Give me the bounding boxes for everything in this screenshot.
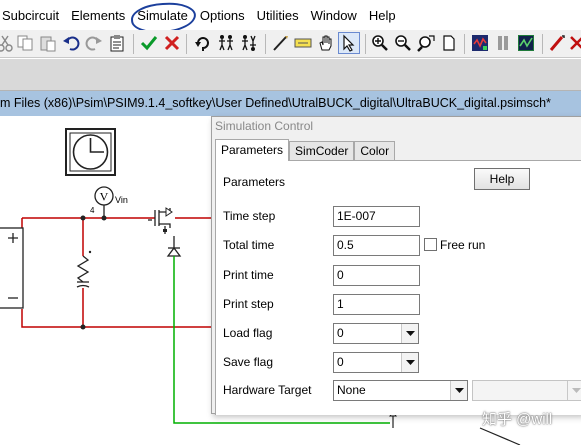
dc-source[interactable] (0, 227, 24, 309)
chevron-down-icon[interactable] (401, 353, 418, 372)
probe-icon[interactable] (546, 32, 568, 54)
voltage-probe[interactable]: V Vin (94, 186, 128, 217)
menu-subcircuit[interactable]: Subcircuit (0, 0, 65, 30)
total-time-input[interactable]: 0.5 (333, 235, 420, 256)
load-flag-select[interactable]: 0 (333, 323, 419, 344)
dialog-title: Simulation Control (212, 117, 581, 137)
select-icon[interactable] (338, 32, 360, 54)
toolbar-band (0, 59, 581, 91)
node-number: 4 (90, 206, 95, 215)
print-time-label: Print time (223, 268, 274, 282)
menu-bar: Subcircuit Elements Simulate Options Uti… (0, 0, 581, 30)
pan-icon[interactable] (315, 32, 337, 54)
freewheel-diode[interactable] (166, 236, 182, 257)
menu-elements[interactable]: Elements (65, 0, 131, 30)
save-flag-label: Save flag (223, 355, 274, 369)
parameters-panel: Parameters Help Time step 1E-007 Total t… (215, 160, 581, 415)
menu-utilities[interactable]: Utilities (251, 0, 305, 30)
hardware-target-select[interactable]: None (333, 380, 468, 401)
hardware-target-secondary-select (472, 380, 581, 401)
simview-icon[interactable] (515, 32, 537, 54)
tab-parameters[interactable]: Parameters (215, 139, 290, 161)
clipboard-icon[interactable] (106, 32, 128, 54)
tab-simcoder[interactable]: SimCoder (289, 141, 355, 161)
load-flag-label: Load flag (223, 326, 273, 340)
save-flag-select[interactable]: 0 (333, 352, 419, 373)
menu-window[interactable]: Window (305, 0, 363, 30)
chevron-down-icon (567, 381, 581, 400)
voltmeter-symbol: V (100, 190, 109, 204)
label-icon[interactable] (292, 32, 314, 54)
document-path-bar: m Files (x86)\Psim\PSIM9.1.4_softkey\Use… (0, 91, 581, 116)
flip-vertical-icon[interactable] (238, 32, 260, 54)
zoom-in-icon[interactable] (369, 32, 391, 54)
menu-help[interactable]: Help (363, 0, 402, 30)
redo-icon[interactable] (83, 32, 105, 54)
load-flag-value: 0 (337, 326, 344, 340)
paste-icon[interactable] (37, 32, 59, 54)
run-simulation-icon[interactable] (469, 32, 491, 54)
undo-icon[interactable] (60, 32, 82, 54)
hardware-target-label: Hardware Target (223, 383, 312, 397)
run-check-icon[interactable] (138, 32, 160, 54)
zoom-fit-icon[interactable] (415, 32, 437, 54)
print-time-input[interactable]: 0 (333, 265, 420, 286)
save-flag-value: 0 (337, 355, 344, 369)
flip-icon[interactable] (215, 32, 237, 54)
help-button[interactable]: Help (474, 168, 530, 190)
zoom-out-icon[interactable] (392, 32, 414, 54)
pause-icon[interactable] (492, 32, 514, 54)
input-capacitor-esr[interactable] (76, 250, 92, 288)
free-run-checkbox[interactable] (424, 238, 437, 251)
chevron-down-icon[interactable] (401, 324, 418, 343)
tab-color[interactable]: Color (354, 141, 396, 161)
mosfet-switch[interactable] (148, 207, 173, 234)
cancel-icon[interactable] (161, 32, 183, 54)
total-time-label: Total time (223, 238, 275, 252)
watermark-text: 知乎 @will (482, 411, 553, 428)
rotate-icon[interactable] (192, 32, 214, 54)
section-heading: Parameters (223, 175, 286, 189)
toolbar (0, 30, 581, 58)
input-wires (21, 217, 211, 328)
menu-options[interactable]: Options (194, 0, 251, 30)
wire-icon[interactable] (269, 32, 291, 54)
hardware-target-value: None (337, 383, 366, 397)
free-run-label: Free run (440, 238, 486, 252)
time-step-label: Time step (223, 209, 276, 223)
time-step-input[interactable]: 1E-007 (333, 206, 420, 227)
copy-icon[interactable] (14, 32, 36, 54)
chevron-down-icon[interactable] (450, 381, 467, 400)
page-icon[interactable] (438, 32, 460, 54)
simulation-control-dialog: Simulation Control Parameters SimCoder C… (211, 116, 581, 415)
probe-label: Vin (115, 195, 128, 205)
dialog-tabs: Parameters SimCoder Color (215, 139, 396, 161)
close-icon[interactable] (566, 32, 581, 54)
print-step-label: Print step (223, 297, 274, 311)
clock-block[interactable] (65, 128, 116, 176)
print-step-input[interactable]: 1 (333, 294, 420, 315)
